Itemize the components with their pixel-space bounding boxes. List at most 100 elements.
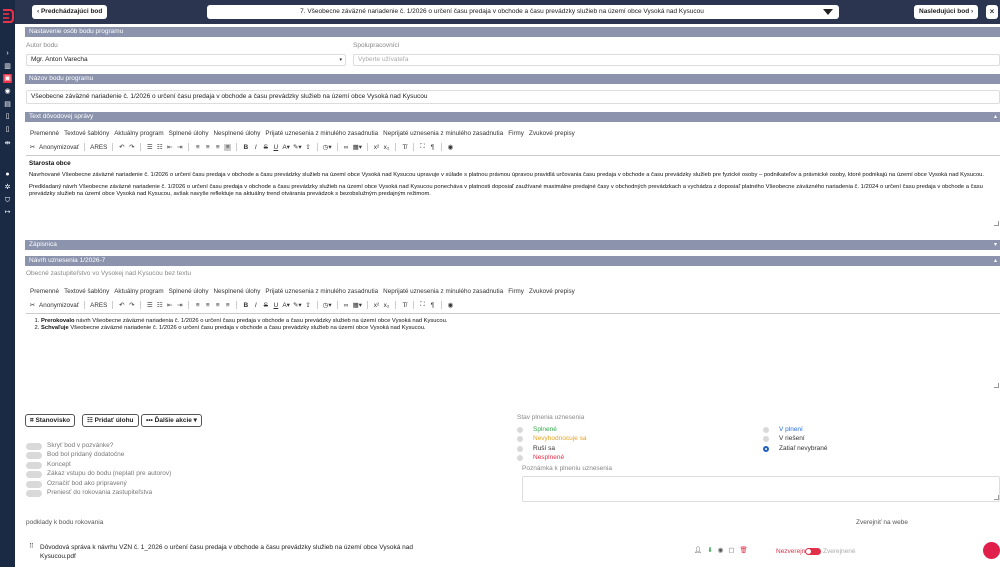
subscript-icon[interactable]: x₂ xyxy=(383,144,390,151)
resize-handle-icon[interactable] xyxy=(994,495,999,500)
shield-icon[interactable]: ⛉ xyxy=(3,196,12,205)
menu-item[interactable]: Splnené úlohy xyxy=(169,130,209,137)
users-icon[interactable]: ▣ xyxy=(3,74,12,83)
radio-button[interactable] xyxy=(517,427,523,433)
toggle-switch[interactable] xyxy=(26,462,42,469)
radio-button[interactable] xyxy=(763,436,769,442)
toggle-switch[interactable] xyxy=(26,471,42,478)
radio-button[interactable] xyxy=(763,427,769,433)
fullscreen-icon[interactable]: ⛶ xyxy=(419,143,426,151)
previous-item-button[interactable]: ‹ Predchádzajúci bod xyxy=(32,5,108,19)
align-justify-icon[interactable]: ≡ xyxy=(224,143,232,151)
superscript-icon[interactable]: x² xyxy=(373,302,380,309)
highlight-icon[interactable]: ✎▾ xyxy=(293,301,302,309)
strikethrough-icon[interactable]: S xyxy=(262,302,269,309)
clock-icon[interactable]: ◷▾ xyxy=(323,143,332,151)
radio-button[interactable] xyxy=(517,455,523,461)
align-left-icon[interactable]: ≡ xyxy=(194,144,201,151)
calendar-icon[interactable]: ▤ xyxy=(3,100,12,109)
underline-icon[interactable]: U xyxy=(272,302,279,309)
minutes-section-header[interactable]: Zápisnica ▾ xyxy=(25,240,1000,250)
font-color-icon[interactable]: A▾ xyxy=(282,301,290,309)
bold-icon[interactable]: B xyxy=(242,144,249,151)
menu-item[interactable]: Zvukové prepisy xyxy=(529,130,575,137)
table-icon[interactable]: ▦▾ xyxy=(353,143,362,151)
resize-handle-icon[interactable] xyxy=(994,383,999,388)
anonymize-button[interactable]: Anonymizovať xyxy=(39,302,79,309)
author-select[interactable]: Mgr. Anton Varecha ▾ xyxy=(26,54,346,66)
document-icon[interactable]: ▯ xyxy=(3,125,12,134)
menu-item[interactable]: Zvukové prepisy xyxy=(529,288,575,295)
name-section-header[interactable]: Názov bodu programu xyxy=(25,74,1000,84)
indent-icon[interactable]: ⇥ xyxy=(176,301,183,309)
attachment-file-name[interactable]: Dôvodová správa k návrhu VZN č. 1_2026 o… xyxy=(40,543,440,561)
menu-item[interactable]: Neprijaté uznesenia z minulého zasadnuti… xyxy=(383,288,503,295)
eye-icon[interactable]: ◉ xyxy=(718,546,724,554)
menu-item[interactable]: Neprijaté uznesenia z minulého zasadnuti… xyxy=(383,130,503,137)
menu-item[interactable]: Aktuálny program xyxy=(114,288,163,295)
next-item-button[interactable]: Nasledujúci bod › xyxy=(914,5,979,19)
italic-icon[interactable]: I xyxy=(252,144,259,151)
paragraph-icon[interactable]: ¶ xyxy=(429,144,436,151)
menu-item[interactable]: Premenné xyxy=(30,130,59,137)
pin-icon[interactable]: ⬇ xyxy=(707,546,712,554)
undo-icon[interactable]: ↶ xyxy=(118,143,125,151)
close-button[interactable]: × xyxy=(986,5,998,19)
redo-icon[interactable]: ↷ xyxy=(128,143,135,151)
report-editor[interactable]: Starosta obce Navrhované Všeobecne záväz… xyxy=(26,155,1000,225)
report-section-header[interactable]: Text dôvodovej správy ▴ xyxy=(25,112,1000,122)
outdent-icon[interactable]: ⇤ xyxy=(166,301,173,309)
ares-button[interactable]: ARES xyxy=(90,144,107,151)
redo-icon[interactable]: ↷ xyxy=(128,301,135,309)
resize-handle-icon[interactable] xyxy=(994,221,999,226)
clear-format-icon[interactable]: T̸ xyxy=(401,144,408,151)
align-center-icon[interactable]: ≡ xyxy=(204,144,211,151)
bold-icon[interactable]: B xyxy=(242,302,249,309)
menu-item[interactable]: Textové šablóny xyxy=(64,288,109,295)
numbered-list-icon[interactable]: ☷ xyxy=(156,143,163,151)
resolution-editor[interactable]: Prerokovalo návrh Všeobecne záväzné nari… xyxy=(26,313,1000,389)
preview-eye-icon[interactable]: ◉ xyxy=(447,301,454,309)
collaborators-select[interactable]: Vyberte užívateľa xyxy=(353,54,1000,66)
menu-item[interactable]: Nesplnené úlohy xyxy=(214,288,261,295)
agenda-item-select[interactable]: 7. Všeobecne záväzné nariadenie č. 1/202… xyxy=(207,5,839,19)
underline-icon[interactable]: U xyxy=(272,144,279,151)
chevron-right-icon[interactable]: › xyxy=(3,49,12,58)
link-icon[interactable]: ∞ xyxy=(343,302,350,309)
comment-icon[interactable]: ▢ xyxy=(728,546,734,554)
document-icon[interactable]: ▯ xyxy=(3,112,12,121)
preview-eye-icon[interactable]: ◉ xyxy=(447,143,454,151)
radio-button[interactable] xyxy=(517,446,523,452)
indent-icon[interactable]: ⇥ xyxy=(176,143,183,151)
agenda-item-name-input[interactable]: Všeobecne záväzné nariadenie č. 1/2026 o… xyxy=(26,90,1000,104)
bullet-list-icon[interactable]: ☰ xyxy=(146,143,153,151)
undo-icon[interactable]: ↶ xyxy=(118,301,125,309)
menu-item[interactable]: Splnené úlohy xyxy=(169,288,209,295)
settings-section-header[interactable]: Nastavenie osôb bodu programu xyxy=(25,27,1000,37)
subscript-icon[interactable]: x₂ xyxy=(383,302,390,309)
clock-icon[interactable]: ◷▾ xyxy=(323,301,332,309)
menu-item[interactable]: Firmy xyxy=(508,288,524,295)
drag-handle-icon[interactable]: ⠿ xyxy=(29,542,34,550)
radio-button-selected[interactable] xyxy=(763,446,769,452)
font-color-icon[interactable]: A▾ xyxy=(282,143,290,151)
menu-item[interactable]: Textové šablóny xyxy=(64,130,109,137)
anonymize-button[interactable]: Anonymizovať xyxy=(39,144,79,151)
link-icon[interactable]: ∞ xyxy=(343,144,350,151)
anonymize-icon[interactable]: ✂ xyxy=(29,143,36,151)
table-icon[interactable]: ▦▾ xyxy=(353,301,362,309)
menu-item[interactable]: Prijaté uznesenia z minulého zasadnutia xyxy=(265,130,378,137)
align-justify-icon[interactable]: ≡ xyxy=(224,302,231,309)
numbered-list-icon[interactable]: ☷ xyxy=(156,301,163,309)
menu-item[interactable]: Prijaté uznesenia z minulého zasadnutia xyxy=(265,288,378,295)
strikethrough-icon[interactable]: S xyxy=(262,144,269,151)
add-task-button[interactable]: ☷ Pridať úlohu xyxy=(82,414,139,427)
align-right-icon[interactable]: ≡ xyxy=(214,144,221,151)
publish-toggle[interactable] xyxy=(805,548,821,555)
eye-icon[interactable]: ◉ xyxy=(3,87,12,96)
menu-item[interactable]: Firmy xyxy=(508,130,524,137)
user-icon[interactable]: 👤︎ xyxy=(694,546,702,554)
upload-icon[interactable]: ⇪ xyxy=(305,143,312,151)
align-right-icon[interactable]: ≡ xyxy=(214,302,221,309)
bullet-list-icon[interactable]: ☰ xyxy=(146,301,153,309)
